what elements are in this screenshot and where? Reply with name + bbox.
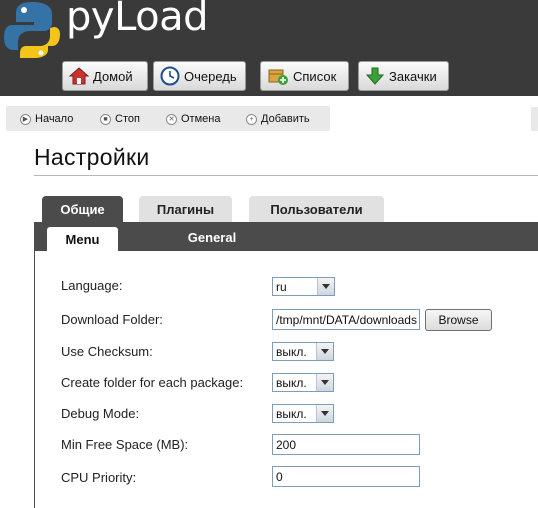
header-bar: pyLoad Домой Очередь Список Закачки [0,0,538,96]
nav-home-button[interactable]: Домой [62,61,148,91]
down-arrow-icon [365,67,385,85]
stop-icon: ■ [100,113,111,125]
cpu-priority-input[interactable]: 0 [272,466,420,487]
chevron-down-icon [316,374,333,391]
page-title: Настройки [34,144,150,170]
start-label: Начало [35,113,74,125]
use-checksum-label: Use Checksum: [61,344,153,359]
download-folder-input[interactable]: /tmp/mnt/DATA/downloads [272,309,420,330]
nav-queue-label: Очередь [184,68,237,84]
start-button[interactable]: ▶ Начало [20,111,73,127]
house-icon [69,67,89,85]
download-folder-label: Download Folder: [61,312,163,327]
subtab-general[interactable]: General [182,226,242,248]
create-folder-label: Create folder for each package: [61,375,244,390]
browse-button[interactable]: Browse [425,309,492,331]
cpu-priority-label: CPU Priority: [61,470,137,485]
debug-mode-label: Debug Mode: [61,406,140,421]
cancel-button[interactable]: ✕ Отмена [166,111,220,127]
package-add-icon [268,69,288,85]
language-label: Language: [61,278,123,293]
min-free-space-label: Min Free Space (MB): [61,437,189,452]
language-value: ru [276,279,287,294]
add-label: Добавить [261,113,310,125]
close-icon: ✕ [166,113,177,125]
tab-general[interactable]: Общие [42,196,123,222]
action-bar-edge [531,107,538,131]
play-icon: ▶ [20,113,31,125]
create-folder-select[interactable]: выкл. [272,373,334,392]
chevron-down-icon [316,343,333,360]
action-bar: ▶ Начало ■ Стоп ✕ Отмена + Добавить [6,106,330,131]
nav-list-label: Список [293,68,337,84]
plus-icon: + [246,113,257,125]
panel-border [34,251,35,508]
clock-icon [160,66,180,86]
settings-subtab-bar: Menu General [34,222,538,251]
subtab-menu[interactable]: Menu [47,227,118,251]
nav-home-label: Домой [93,68,133,84]
create-folder-value: выкл. [276,375,307,390]
chevron-down-icon [316,405,333,422]
stop-label: Стоп [115,113,140,125]
use-checksum-value: выкл. [276,344,307,359]
add-button[interactable]: + Добавить [246,111,310,127]
nav-queue-button[interactable]: Очередь [153,61,246,91]
language-select[interactable]: ru [272,277,335,296]
stop-button[interactable]: ■ Стоп [100,111,140,127]
tab-plugins[interactable]: Плагины [139,196,232,222]
cancel-label: Отмена [181,113,221,125]
brand-title: pyLoad [66,0,209,40]
chevron-down-icon [317,278,334,295]
nav-downloads-button[interactable]: Закачки [358,61,449,91]
debug-mode-select[interactable]: выкл. [272,404,334,423]
title-divider [34,175,538,176]
tab-users[interactable]: Пользователи [249,196,384,222]
debug-mode-value: выкл. [276,406,307,421]
min-free-space-input[interactable]: 200 [272,434,420,455]
python-logo-icon[interactable] [4,0,60,58]
nav-downloads-label: Закачки [389,68,437,84]
nav-list-button[interactable]: Список [260,61,349,91]
use-checksum-select[interactable]: выкл. [272,342,334,361]
